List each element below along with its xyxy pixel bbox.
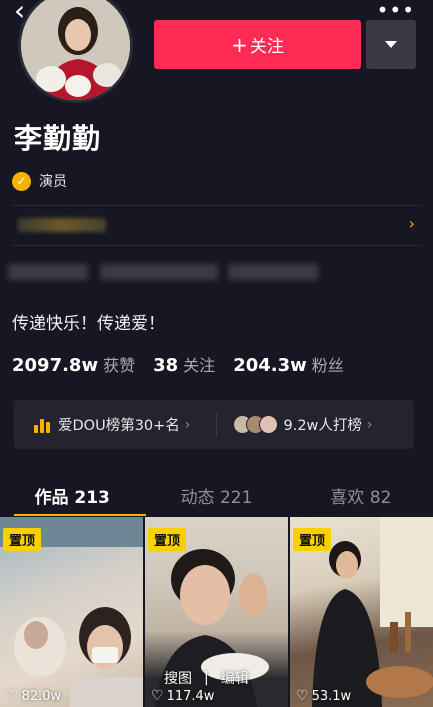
video-likes: ♡ 82.0w <box>6 688 61 704</box>
tab-indicator <box>14 514 146 516</box>
triangle-down-icon <box>385 41 397 48</box>
rank-card: 爱DOU榜第30+名 › 9.2w人打榜 › <box>14 400 414 449</box>
profile-stats: 2097.8w 获赞 38 关注 204.3w 粉丝 <box>12 352 362 376</box>
profile-name: 李勤勤 <box>14 122 102 155</box>
likes-count: 53.1w <box>311 688 352 704</box>
following-label[interactable]: 关注 <box>183 352 215 376</box>
more-icon: ••• <box>376 0 415 22</box>
follow-button[interactable]: + 关注 <box>154 20 361 69</box>
followers-label[interactable]: 粉丝 <box>312 352 344 376</box>
search-image-button[interactable]: 搜图 <box>164 668 192 688</box>
tab-posts[interactable]: 动态 221 <box>144 478 288 514</box>
pinned-badge: 置顶 <box>148 528 187 551</box>
verification-badge: ✓ 演员 <box>12 171 67 191</box>
supporter-avatars <box>232 415 278 434</box>
blurred-content <box>228 264 318 280</box>
followers-count[interactable]: 204.3w <box>233 355 307 376</box>
chevron-right-icon: › <box>408 214 415 233</box>
chevron-right-icon: › <box>366 416 373 433</box>
video-thumbnail[interactable]: 置顶 ♡ 82.0w <box>0 517 143 707</box>
likes-count: 117.4w <box>166 688 215 704</box>
video-thumbnail[interactable]: 置顶 ♡ 53.1w <box>290 517 433 707</box>
chevron-right-icon: › <box>184 416 191 433</box>
supporters-link[interactable]: 9.2w人打榜 › <box>217 414 415 435</box>
tab-works[interactable]: 作品 213 <box>0 478 144 514</box>
blurred-link-row[interactable]: › <box>12 206 421 244</box>
blurred-content <box>100 264 218 280</box>
likes-label: 获赞 <box>103 356 136 375</box>
divider: | <box>204 670 209 686</box>
video-likes: ♡ 117.4w <box>151 688 214 704</box>
plus-icon: + <box>231 32 248 57</box>
heart-icon: ♡ <box>6 688 19 704</box>
pinned-badge: 置顶 <box>293 528 332 551</box>
tab-likes[interactable]: 喜欢 82 <box>289 478 433 514</box>
divider <box>12 245 421 246</box>
avatar <box>258 415 278 434</box>
avatar-image <box>21 0 130 100</box>
blurred-content <box>18 218 106 232</box>
video-likes: ♡ 53.1w <box>296 688 351 704</box>
follow-label: 关注 <box>249 37 284 57</box>
recommend-dropdown-button[interactable] <box>366 20 416 69</box>
edit-button[interactable]: 编辑 <box>221 668 249 688</box>
heart-icon: ♡ <box>296 688 309 704</box>
heart-icon: ♡ <box>151 688 164 704</box>
avatar[interactable] <box>18 0 133 103</box>
dou-rank-label: 爱DOU榜第30+名 <box>58 418 180 434</box>
verification-label: 演员 <box>39 174 67 190</box>
image-toolbar: 搜图 | 编辑 <box>164 668 249 688</box>
more-button[interactable]: ••• <box>377 0 415 22</box>
likes-count: 2097.8w <box>12 355 99 376</box>
bar-chart-icon <box>34 417 50 433</box>
dou-rank-link[interactable]: 爱DOU榜第30+名 › <box>14 414 216 435</box>
likes-count: 82.0w <box>21 688 62 704</box>
pinned-badge: 置顶 <box>3 528 42 551</box>
verified-check-icon: ✓ <box>12 171 31 191</box>
supporters-label: 9.2w人打榜 <box>283 418 362 434</box>
profile-tabs: 作品 213 动态 221 喜欢 82 <box>0 478 433 514</box>
profile-bio: 传递快乐！传递爱！ <box>12 314 165 334</box>
following-count[interactable]: 38 <box>153 355 178 376</box>
blurred-content <box>8 264 88 280</box>
